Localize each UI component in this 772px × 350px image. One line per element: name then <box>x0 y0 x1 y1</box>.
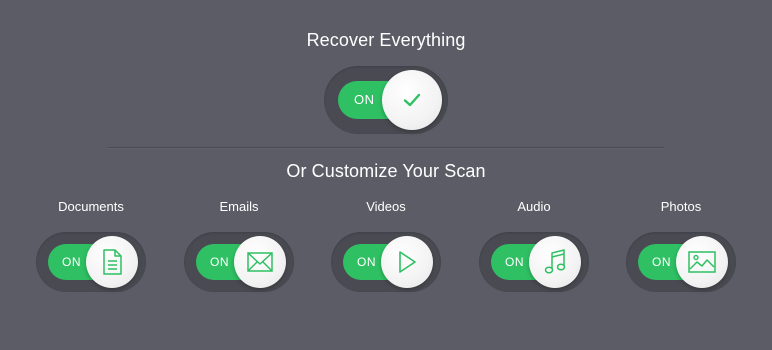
category-photos: Photos ON <box>607 199 755 292</box>
check-icon <box>401 89 423 111</box>
image-icon <box>687 250 717 274</box>
toggle-state-label: ON <box>210 255 229 269</box>
category-documents: Documents ON <box>17 199 165 292</box>
recover-everything-toggle-container: ON <box>324 66 448 134</box>
audio-toggle[interactable]: ON <box>479 232 589 292</box>
category-label: Videos <box>366 199 406 214</box>
recover-everything-toggle[interactable]: ON <box>324 66 448 134</box>
category-emails: Emails ON <box>165 199 313 292</box>
category-videos: Videos ON <box>312 199 460 292</box>
play-icon <box>395 249 419 275</box>
document-icon <box>99 248 125 276</box>
toggle-knob[interactable] <box>234 236 286 288</box>
toggle-state-label: ON <box>652 255 671 269</box>
toggle-state-label: ON <box>357 255 376 269</box>
toggle-knob[interactable] <box>529 236 581 288</box>
section-subtitle: Or Customize Your Scan <box>286 161 486 181</box>
category-label: Audio <box>517 199 551 214</box>
category-label: Photos <box>660 199 702 214</box>
toggle-state-label: ON <box>505 255 524 269</box>
category-label: Documents <box>58 199 124 214</box>
videos-toggle[interactable]: ON <box>331 232 441 292</box>
section-divider <box>108 147 664 148</box>
page-title: Recover Everything <box>306 30 466 50</box>
toggle-knob[interactable] <box>676 236 728 288</box>
toggle-state-label: ON <box>62 255 81 269</box>
toggle-knob[interactable] <box>382 70 442 130</box>
toggle-knob[interactable] <box>381 236 433 288</box>
envelope-icon <box>246 251 274 273</box>
music-note-icon <box>542 248 568 276</box>
category-label: Emails <box>219 199 259 214</box>
emails-toggle[interactable]: ON <box>184 232 294 292</box>
toggle-knob[interactable] <box>86 236 138 288</box>
toggle-state-label: ON <box>354 92 375 107</box>
category-audio: Audio ON <box>460 199 608 292</box>
category-toggles: Documents ON Emails ON Videos ON Audio O… <box>0 199 772 309</box>
documents-toggle[interactable]: ON <box>36 232 146 292</box>
photos-toggle[interactable]: ON <box>626 232 736 292</box>
